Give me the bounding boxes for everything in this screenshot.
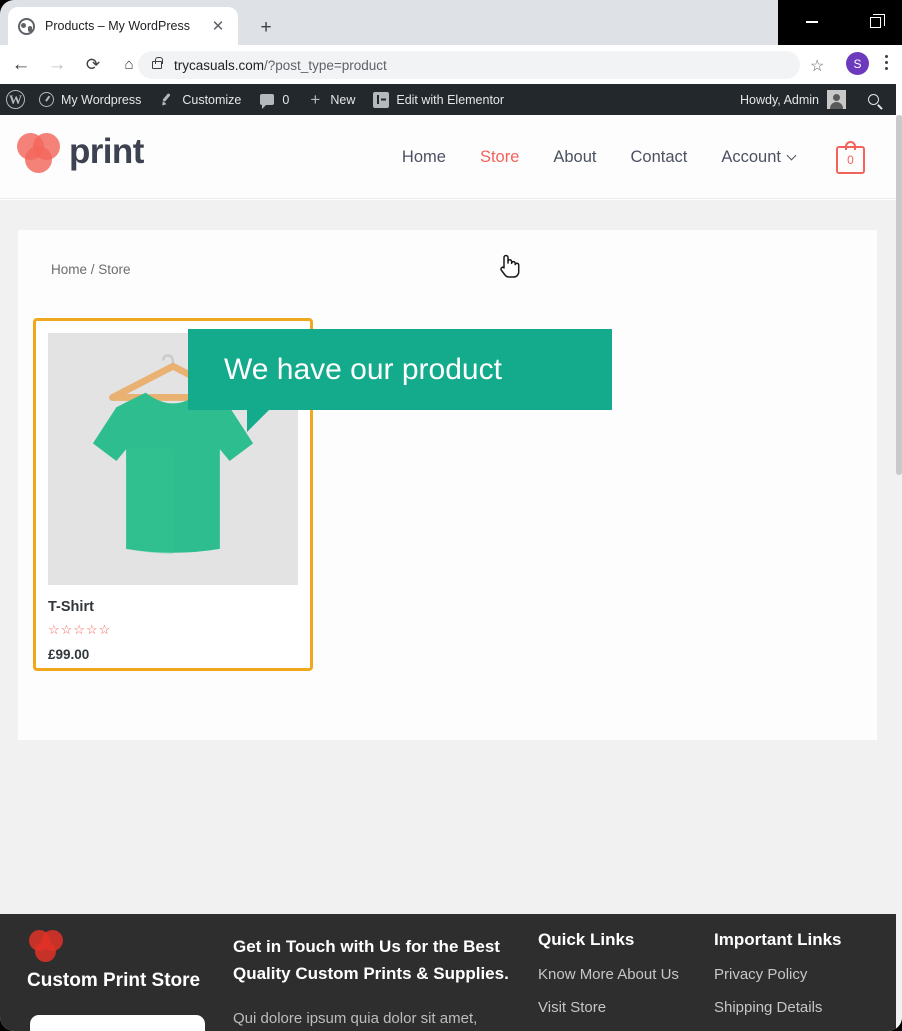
store-content-panel: Home / Store T-Shirt ☆☆☆☆☆ £99.00 <box>18 230 877 740</box>
search-icon[interactable] <box>860 94 886 105</box>
footer-logo-icon <box>29 929 65 962</box>
site-logo-text: print <box>69 132 144 171</box>
forward-icon[interactable]: → <box>42 50 72 80</box>
main-navigation: Home Store About Contact Account <box>385 115 812 199</box>
globe-icon <box>18 17 35 35</box>
nav-item-account-label: Account <box>721 147 781 166</box>
new-tab-button[interactable]: + <box>252 14 280 42</box>
footer-link-visit-store[interactable]: Visit Store <box>538 999 679 1016</box>
nav-item-store[interactable]: Store <box>463 148 536 167</box>
footer-important-links-column: Important Links Privacy Policy Shipping … <box>714 930 844 1031</box>
browser-toolbar: ← → ⟳ ⌂ trycasuals.com/?post_type=produc… <box>0 45 902 84</box>
window-controls <box>778 0 902 45</box>
breadcrumb[interactable]: Home / Store <box>51 262 131 277</box>
profile-avatar[interactable]: S <box>846 52 869 75</box>
product-rating-stars[interactable]: ☆☆☆☆☆ <box>48 622 298 638</box>
tab-title: Products – My WordPress <box>45 19 190 33</box>
browser-window: Products – My WordPress ✕ + ← → ⟳ ⌂ tryc… <box>0 0 902 1031</box>
footer-link-know-more-about-us[interactable]: Know More About Us <box>538 966 679 983</box>
vertical-scrollbar[interactable] <box>896 115 902 1031</box>
url-domain: trycasuals.com <box>174 57 265 73</box>
adminbar-label: Customize <box>182 92 242 107</box>
callout-tail-icon <box>247 410 269 432</box>
url-text: trycasuals.com/?post_type=product <box>174 58 387 73</box>
comment-icon <box>259 92 275 109</box>
minimize-button[interactable] <box>806 21 818 23</box>
adminbar-item-new[interactable]: + New <box>298 84 364 115</box>
site-logo[interactable]: print <box>17 131 144 173</box>
browser-tab[interactable]: Products – My WordPress ✕ <box>8 7 238 45</box>
wordpress-admin-bar: W My Wordpress Customize 0 + New Edit wi… <box>0 84 896 115</box>
chevron-down-icon <box>786 150 797 160</box>
plus-icon: + <box>310 89 321 109</box>
product-title[interactable]: T-Shirt <box>48 599 298 615</box>
elementor-icon <box>373 91 390 108</box>
mouse-cursor-pointer-icon <box>500 254 520 278</box>
site-header: print Home Store About Contact Account 0 <box>0 115 896 199</box>
footer-quick-links-title: Quick Links <box>538 930 635 949</box>
browser-menu-icon[interactable] <box>884 55 888 70</box>
cart-bag-icon: 0 <box>836 146 865 174</box>
adminbar-item-customize[interactable]: Customize <box>150 84 250 115</box>
adminbar-label: My Wordpress <box>61 92 142 107</box>
footer-contact-column: Get in Touch with Us for the Best Qualit… <box>233 934 518 1031</box>
nav-item-contact[interactable]: Contact <box>614 148 705 167</box>
annotation-callout-text: We have our product <box>224 352 502 386</box>
adminbar-item-edit-with-elementor[interactable]: Edit with Elementor <box>364 84 513 115</box>
address-bar[interactable]: trycasuals.com/?post_type=product <box>138 51 800 79</box>
footer-contact-heading: Get in Touch with Us for the Best Qualit… <box>233 937 509 983</box>
nav-item-account[interactable]: Account <box>704 148 812 167</box>
footer-quick-links-column: Quick Links Know More About Us Visit Sto… <box>538 930 679 1031</box>
wordpress-icon[interactable]: W <box>6 90 25 109</box>
adminbar-item-comments[interactable]: 0 <box>250 84 298 115</box>
brush-icon <box>159 92 175 108</box>
print-logo-icon <box>17 131 63 173</box>
adminbar-label: New <box>330 92 356 107</box>
url-path: /?post_type=product <box>264 57 387 73</box>
cart-count: 0 <box>847 153 854 167</box>
annotation-callout: We have our product <box>188 329 612 432</box>
lock-icon <box>152 57 163 69</box>
scrollbar-thumb[interactable] <box>896 115 902 475</box>
avatar[interactable] <box>827 90 846 109</box>
site-footer: Custom Print Store Get in Touch with Us … <box>0 914 896 1031</box>
nav-item-home[interactable]: Home <box>385 148 463 167</box>
footer-link-privacy-policy[interactable]: Privacy Policy <box>714 966 844 983</box>
howdy-label[interactable]: Howdy, Admin <box>740 93 819 107</box>
adminbar-label: Edit with Elementor <box>396 92 505 107</box>
adminbar-label: 0 <box>282 92 290 107</box>
adminbar-right: Howdy, Admin <box>740 84 896 115</box>
nav-item-about[interactable]: About <box>536 148 613 167</box>
restore-button[interactable] <box>870 14 885 28</box>
cart-button[interactable]: 0 <box>834 141 868 174</box>
bottom-status-sheet <box>30 1015 205 1031</box>
close-icon[interactable]: ✕ <box>208 16 228 36</box>
product-price: £99.00 <box>48 647 90 662</box>
adminbar-item-my-wordpress[interactable]: My Wordpress <box>29 84 150 115</box>
footer-contact-paragraph: Qui dolore ipsum quia dolor sit amet, <box>233 1009 478 1027</box>
page-viewport: W My Wordpress Customize 0 + New Edit wi… <box>0 84 902 1031</box>
footer-link-shipping-details[interactable]: Shipping Details <box>714 999 844 1016</box>
footer-important-links-title: Important Links <box>714 930 842 949</box>
bookmark-star-icon[interactable]: ☆ <box>810 56 824 76</box>
back-icon[interactable]: ← <box>6 50 36 80</box>
dashboard-icon <box>38 92 54 108</box>
tab-strip: Products – My WordPress ✕ + <box>0 0 902 45</box>
reload-icon[interactable]: ⟳ <box>78 50 108 80</box>
footer-brand-name: Custom Print Store <box>27 970 201 991</box>
